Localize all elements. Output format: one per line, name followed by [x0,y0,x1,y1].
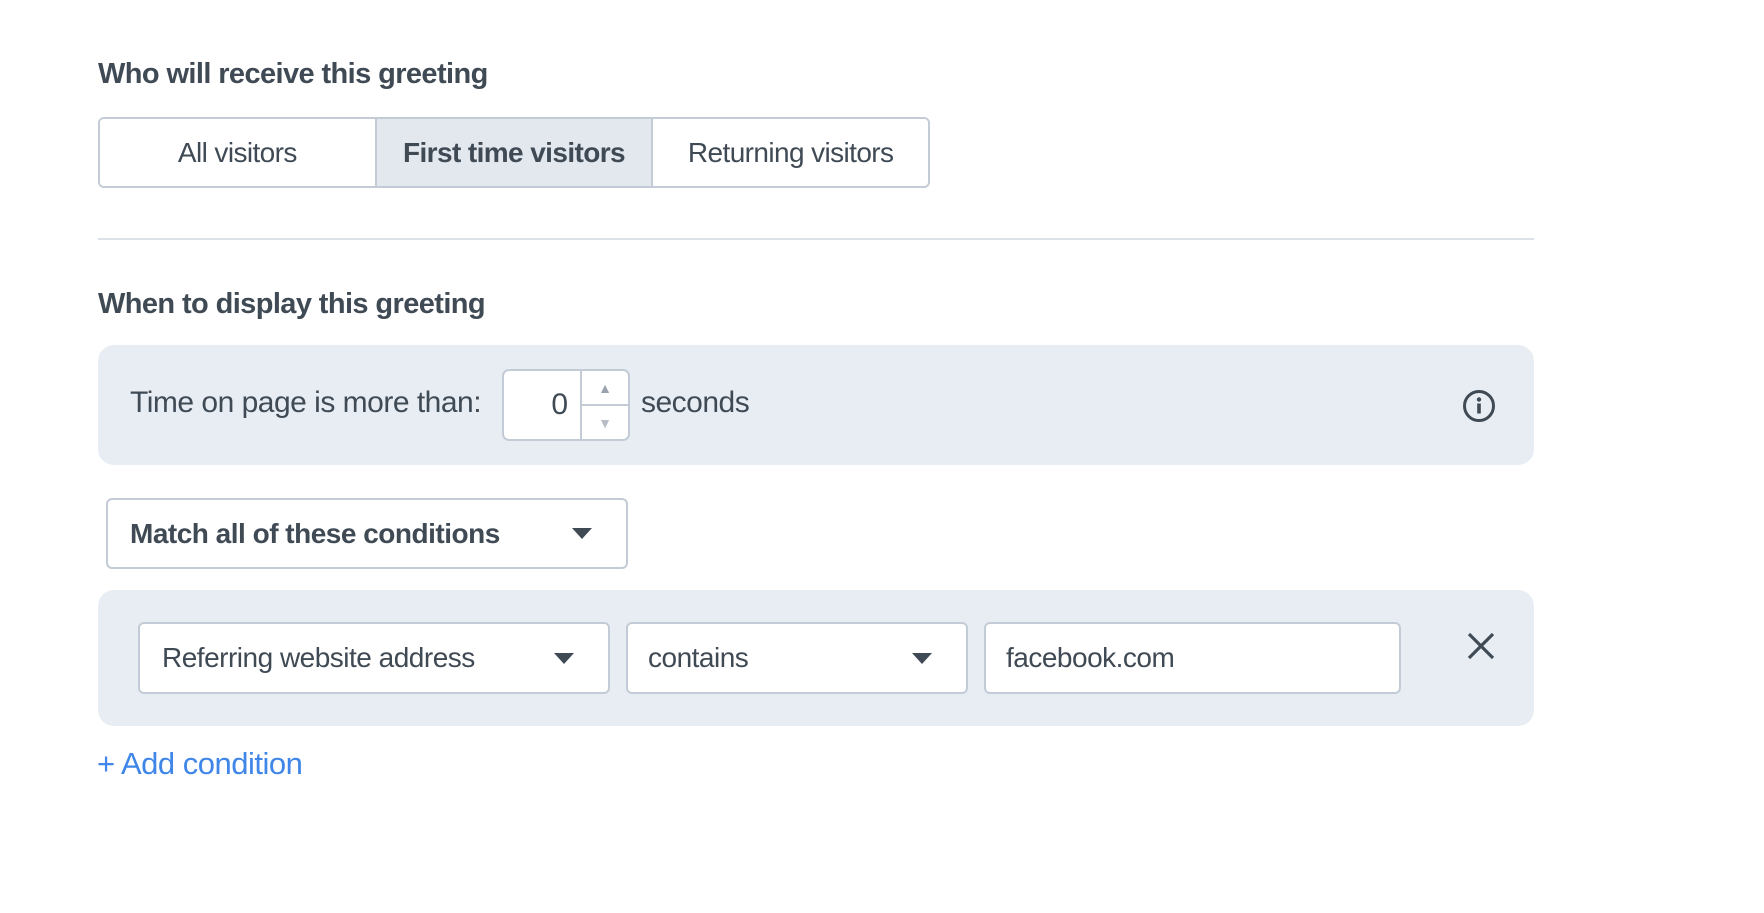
time-on-page-label: Time on page is more than: [130,386,482,419]
time-on-page-input[interactable]: 0 [504,371,580,439]
caret-down-icon [912,652,932,664]
match-conditions-select[interactable]: Match all of these conditions [106,498,628,569]
stepper-down-icon[interactable]: ▼ [582,404,628,439]
close-icon[interactable] [1466,631,1496,661]
audience-segmented-control: All visitors First time visitors Returni… [98,117,930,188]
time-unit-label: seconds [641,386,750,419]
info-circle-icon[interactable] [1462,389,1496,423]
condition-field-value: Referring website address [162,642,475,673]
caret-down-icon [554,652,574,664]
condition-operator-select[interactable]: contains [626,622,968,694]
audience-option-returning-visitors[interactable]: Returning visitors [651,119,928,186]
condition-field-select[interactable]: Referring website address [138,622,610,694]
audience-option-all-visitors[interactable]: All visitors [100,119,375,186]
add-condition-link[interactable]: + Add condition [97,746,303,782]
audience-option-first-time-visitors[interactable]: First time visitors [374,119,652,186]
match-conditions-value: Match all of these conditions [130,517,500,549]
time-on-page-stepper[interactable]: 0 ▲ ▼ [502,369,630,441]
caret-down-icon [572,528,592,539]
condition-operator-value: contains [648,642,749,673]
stepper-up-icon[interactable]: ▲ [582,371,628,404]
section-divider [98,238,1534,240]
condition-value-input[interactable]: facebook.com [984,622,1401,694]
stepper-arrows: ▲ ▼ [580,371,628,439]
audience-heading: Who will receive this greeting [98,58,488,90]
display-heading: When to display this greeting [98,288,486,320]
